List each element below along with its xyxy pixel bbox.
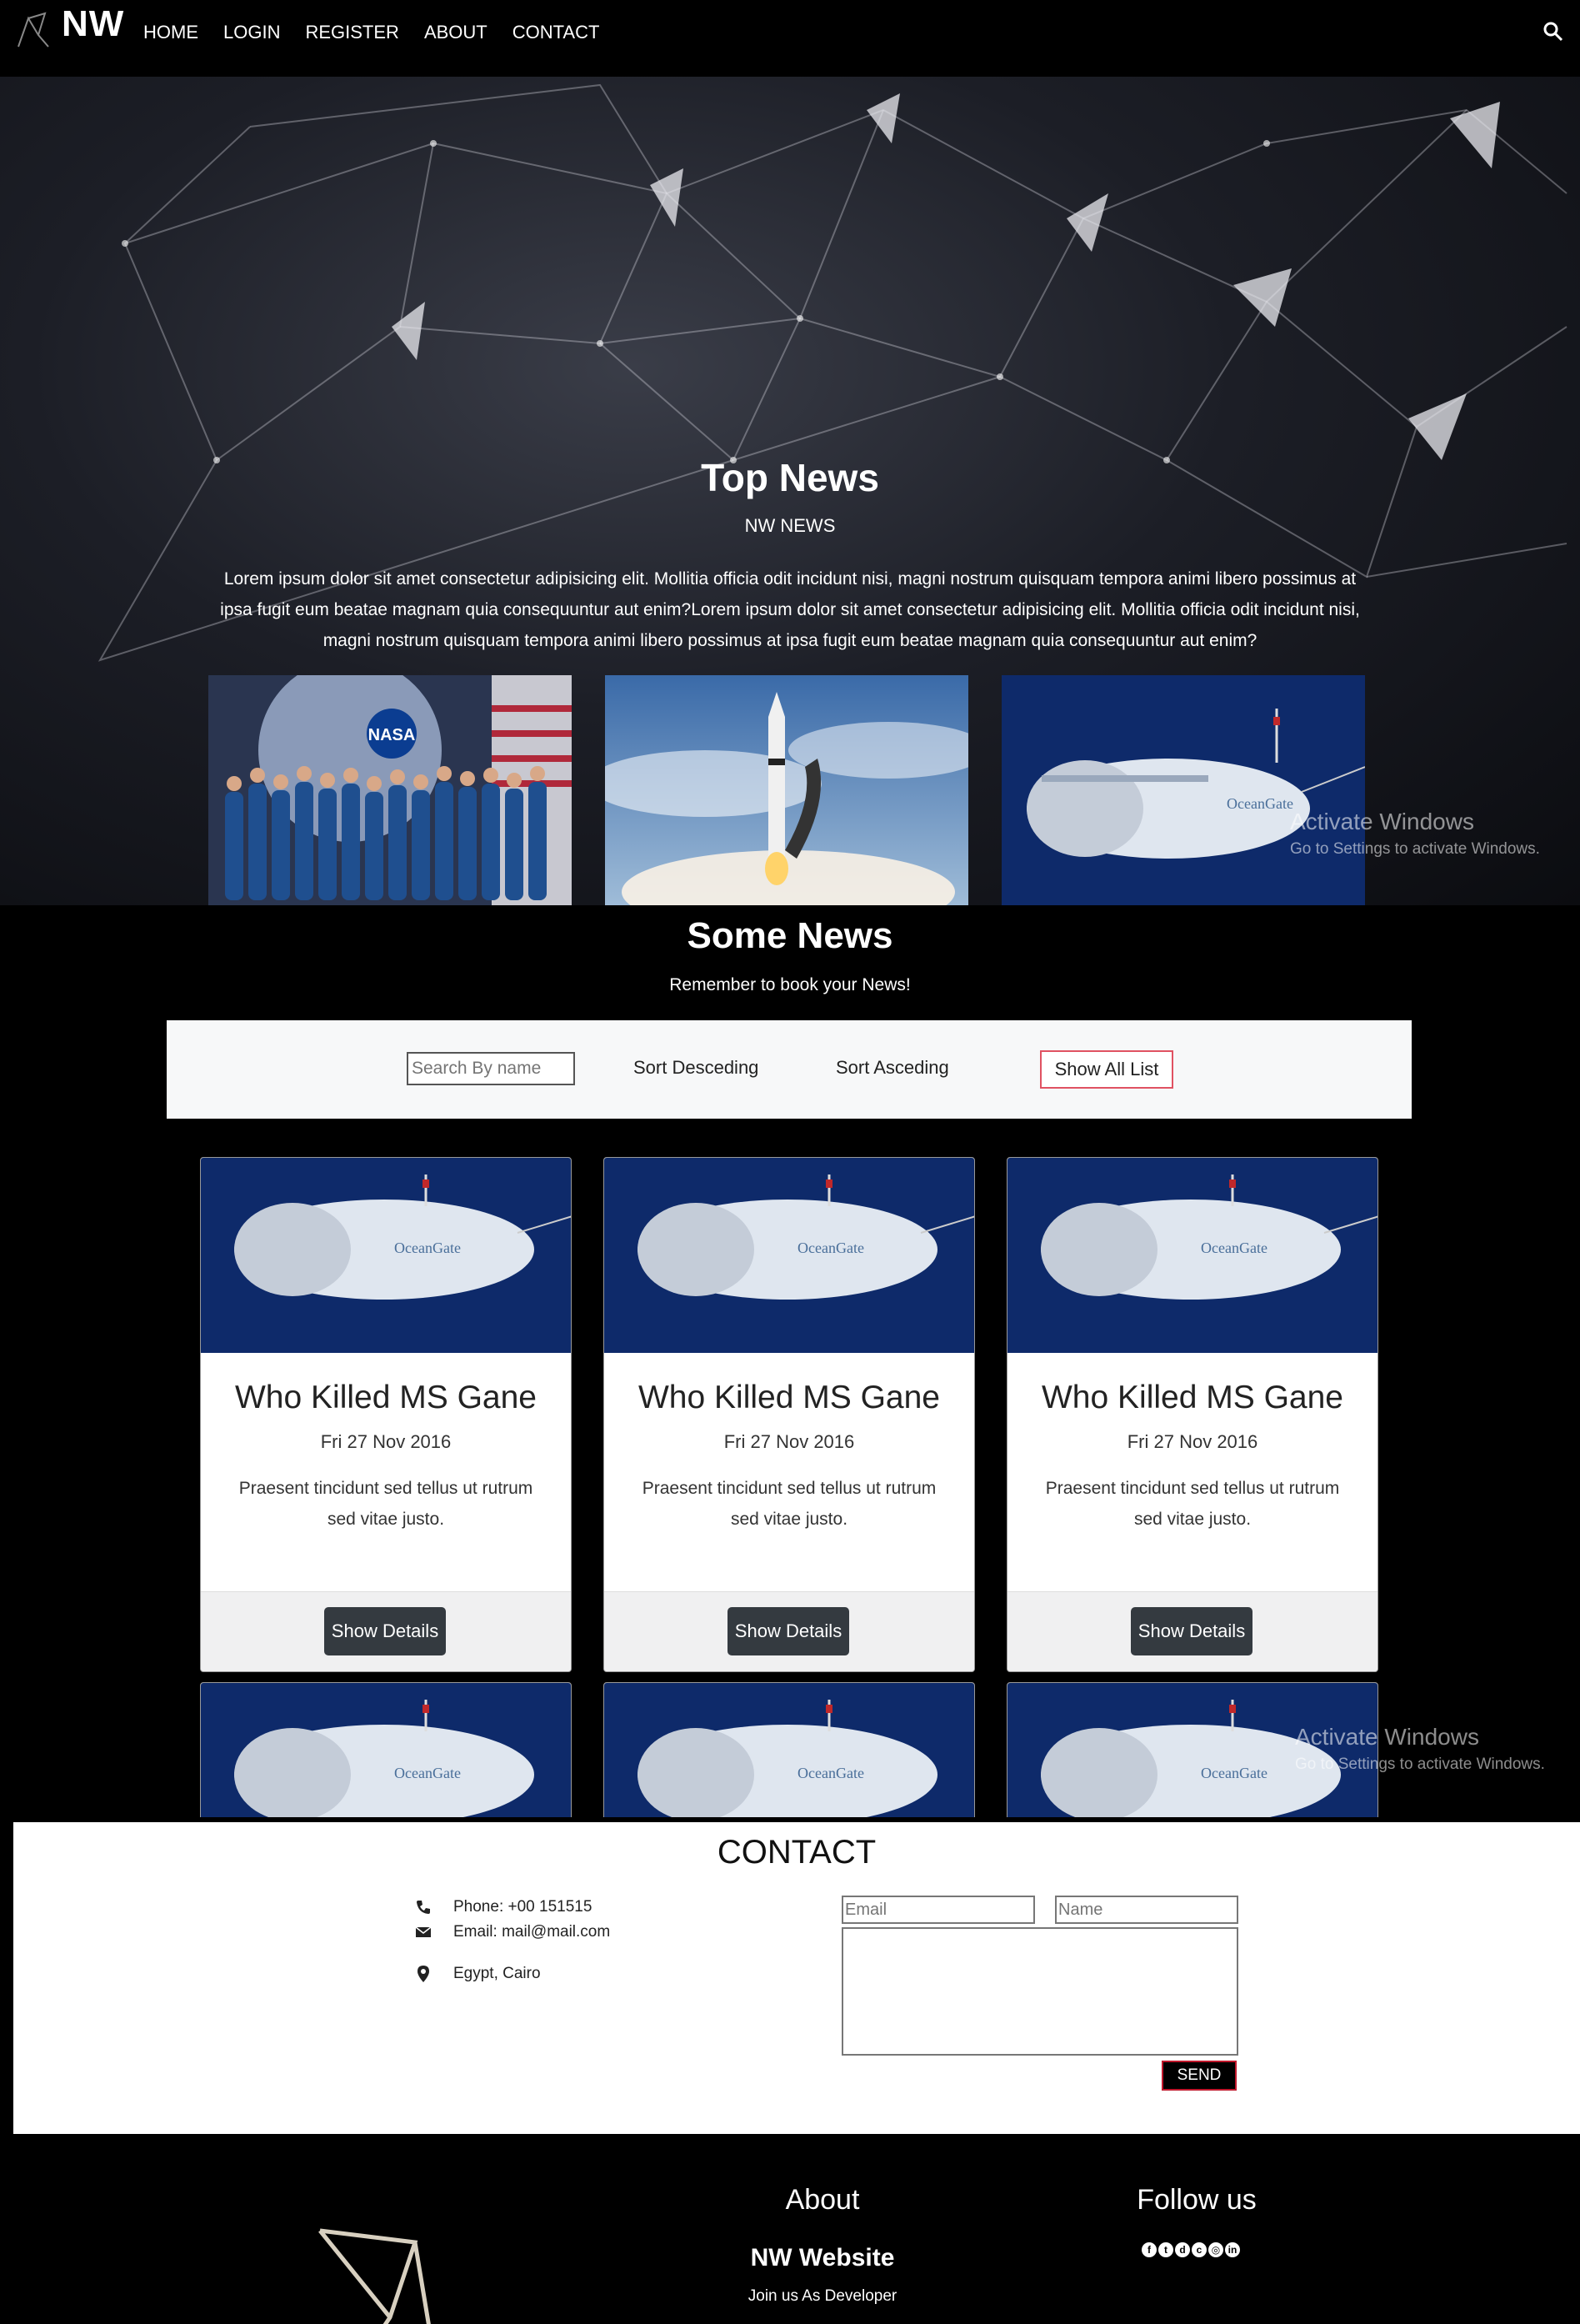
news-title: Some News — [687, 915, 893, 956]
astronaut-group-photo[interactable]: NASA — [208, 675, 572, 905]
news-card: OceanGate Who Killed MS Gane Fri 27 Nov … — [200, 1157, 572, 1672]
footer-site-name: NW Website — [750, 2244, 895, 2271]
svg-text:NASA: NASA — [368, 726, 416, 744]
footer-logo-icon — [318, 2228, 431, 2324]
search-icon[interactable] — [1542, 20, 1565, 43]
activate-heading: Activate Windows — [1295, 1724, 1479, 1750]
facebook-icon[interactable]: f — [1142, 2242, 1157, 2257]
social-icons: f t d c ◎ in — [1142, 2242, 1240, 2257]
discord-icon[interactable]: d — [1175, 2242, 1190, 2257]
linkedin-icon[interactable]: in — [1225, 2242, 1240, 2257]
footer: About NW Website Join us As Developer Fo… — [13, 2134, 1580, 2324]
send-button[interactable]: SEND — [1162, 2061, 1237, 2091]
nav-about-link[interactable]: ABOUT — [424, 22, 488, 43]
sort-descending-button[interactable]: Sort Desceding — [633, 1057, 758, 1079]
message-textarea[interactable] — [842, 1927, 1238, 2056]
nav-links: HOME LOGIN REGISTER ABOUT CONTACT — [143, 22, 624, 43]
twitter-icon[interactable]: t — [1158, 2242, 1173, 2257]
location-pin-icon — [413, 1964, 433, 1984]
nav-home-link[interactable]: HOME — [143, 22, 198, 43]
news-subtitle: Remember to book your News! — [669, 975, 911, 994]
hero-subtitle: NW NEWS — [744, 515, 836, 536]
card-image: OceanGate — [201, 1683, 571, 1817]
svg-text:OceanGate: OceanGate — [1201, 1240, 1268, 1256]
hero-title: Top News — [701, 456, 879, 499]
svg-text:OceanGate: OceanGate — [394, 1765, 461, 1781]
footer-about-heading: About — [785, 2184, 860, 2216]
phone-icon — [413, 1897, 433, 1917]
show-details-button[interactable]: Show Details — [728, 1607, 849, 1655]
search-by-name-input[interactable] — [407, 1052, 575, 1085]
card-title: Who Killed MS Gane — [638, 1380, 940, 1415]
svg-text:OceanGate: OceanGate — [798, 1240, 864, 1256]
hero-section: Top News NW NEWS Lorem ipsum dolor sit a… — [0, 77, 1580, 905]
address-info: Egypt, Cairo — [413, 1964, 541, 1984]
phone-info: Phone: +00 151515 — [413, 1897, 592, 1917]
instagram-icon[interactable]: ◎ — [1208, 2242, 1223, 2257]
phone-text: Phone: +00 151515 — [453, 1898, 592, 1916]
svg-text:OceanGate: OceanGate — [1201, 1765, 1268, 1781]
envelope-icon — [413, 1922, 433, 1942]
contact-title: CONTACT — [717, 1834, 877, 1871]
card-date: Fri 27 Nov 2016 — [1127, 1431, 1258, 1452]
navbar: NW HOME LOGIN REGISTER ABOUT CONTACT — [0, 0, 1580, 77]
activate-subtext: Go to Settings to activate Windows. — [1295, 1756, 1545, 1773]
activate-windows-watermark: Activate Windows Go to Settings to activ… — [1295, 1724, 1545, 1774]
card-date: Fri 27 Nov 2016 — [723, 1431, 855, 1452]
address-text: Egypt, Cairo — [453, 1965, 541, 1982]
show-details-button[interactable]: Show Details — [1131, 1607, 1252, 1655]
card-image: OceanGate — [201, 1158, 571, 1353]
card-image: OceanGate — [604, 1683, 974, 1817]
filter-bar: Sort Desceding Sort Asceding Show All Li… — [167, 1020, 1412, 1119]
news-card: OceanGate Who Killed MS Gane Fri 27 Nov … — [603, 1157, 975, 1672]
name-field[interactable] — [1055, 1896, 1238, 1924]
svg-text:OceanGate: OceanGate — [798, 1765, 864, 1781]
footer-follow-heading: Follow us — [1137, 2184, 1257, 2216]
sort-ascending-button[interactable]: Sort Asceding — [836, 1057, 949, 1079]
logo-icon[interactable] — [15, 10, 52, 50]
card-date: Fri 27 Nov 2016 — [320, 1431, 452, 1452]
news-card: OceanGate — [603, 1682, 975, 1817]
email-text: Email: mail@mail.com — [453, 1923, 611, 1941]
news-section: Some News Remember to book your News! So… — [0, 915, 1580, 1817]
rocket-launch-photo[interactable] — [605, 675, 968, 905]
footer-join-link[interactable]: Join us As Developer — [718, 2287, 927, 2306]
news-card: OceanGate — [200, 1682, 572, 1817]
hero-description: Lorem ipsum dolor sit amet consectetur a… — [220, 569, 1360, 650]
cloud-icon[interactable]: c — [1192, 2242, 1207, 2257]
activate-subtext: Go to Settings to activate Windows. — [1290, 840, 1540, 858]
nav-login-link[interactable]: LOGIN — [223, 22, 280, 43]
card-image: OceanGate — [1008, 1158, 1378, 1353]
nav-register-link[interactable]: REGISTER — [305, 22, 398, 43]
card-text: Praesent tincidunt sed tellus ut rutrum … — [642, 1479, 937, 1529]
card-title: Who Killed MS Gane — [1042, 1380, 1343, 1415]
card-title: Who Killed MS Gane — [235, 1380, 537, 1415]
contact-section: CONTACT Phone: +00 151515 Email: mail@ma… — [13, 1822, 1580, 2134]
card-image: OceanGate — [604, 1158, 974, 1353]
activate-windows-watermark: Activate Windows Go to Settings to activ… — [1290, 809, 1540, 859]
card-footer: Show Details — [604, 1591, 974, 1671]
news-card: OceanGate Who Killed MS Gane Fri 27 Nov … — [1007, 1157, 1378, 1672]
show-all-list-button[interactable]: Show All List — [1040, 1050, 1173, 1089]
brand-name[interactable]: NW — [62, 3, 124, 45]
submersible-photo[interactable]: OceanGate — [1002, 675, 1365, 905]
nav-contact-link[interactable]: CONTACT — [512, 22, 600, 43]
email-info: Email: mail@mail.com — [413, 1922, 610, 1942]
activate-heading: Activate Windows — [1290, 809, 1474, 834]
svg-text:OceanGate: OceanGate — [394, 1240, 461, 1256]
card-text: Praesent tincidunt sed tellus ut rutrum … — [1045, 1479, 1340, 1529]
card-footer: Show Details — [201, 1591, 571, 1671]
svg-text:OceanGate: OceanGate — [1227, 795, 1293, 812]
show-details-button[interactable]: Show Details — [324, 1607, 446, 1655]
card-footer: Show Details — [1008, 1591, 1378, 1671]
card-text: Praesent tincidunt sed tellus ut rutrum … — [238, 1479, 533, 1529]
email-field[interactable] — [842, 1896, 1035, 1924]
